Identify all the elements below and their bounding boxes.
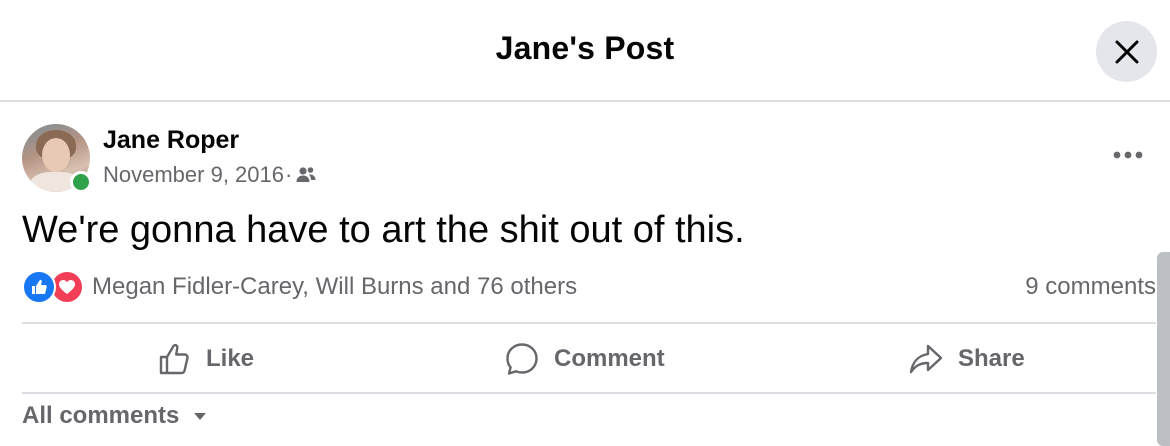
friends-icon [296,167,316,182]
scrollbar[interactable] [1157,252,1170,446]
close-icon [1115,40,1138,63]
meta-separator: · [285,162,293,187]
comment-icon [506,343,538,375]
comments-count[interactable]: 9 comments [1025,273,1156,301]
post-text: We're gonna have to art the shit out of … [22,209,745,251]
share-button[interactable]: Share [908,338,1025,380]
page-title: Jane's Post [495,30,675,66]
online-status-dot [70,171,92,193]
comment-button[interactable]: Comment [504,338,665,380]
post-date[interactable]: November 9, 2016 [103,162,284,188]
comment-label: Comment [554,345,665,372]
close-button[interactable] [1096,21,1157,82]
divider [22,392,1156,394]
author-avatar-wrapper[interactable] [22,124,92,193]
like-label: Like [206,345,255,372]
like-icon [159,343,189,375]
divider [22,322,1156,324]
author-name[interactable]: Jane Roper [103,126,239,155]
more-options-icon [1113,151,1143,159]
reaction-names[interactable]: Megan Fidler-Carey, Will Burns and 76 ot… [92,273,577,301]
like-reaction-icon [22,270,56,304]
share-label: Share [958,345,1025,372]
like-button[interactable]: Like [158,338,254,380]
comments-filter-dropdown[interactable]: All comments [22,402,207,430]
more-options-button[interactable] [1108,141,1148,169]
caret-down-icon [194,412,207,420]
share-icon [909,344,943,374]
comments-filter-label: All comments [22,402,180,429]
post-meta: November 9, 2016 · [103,162,317,188]
reactions-summary[interactable]: Megan Fidler-Carey, Will Burns and 76 ot… [22,270,577,304]
post-header: Jane's Post [0,0,1170,102]
